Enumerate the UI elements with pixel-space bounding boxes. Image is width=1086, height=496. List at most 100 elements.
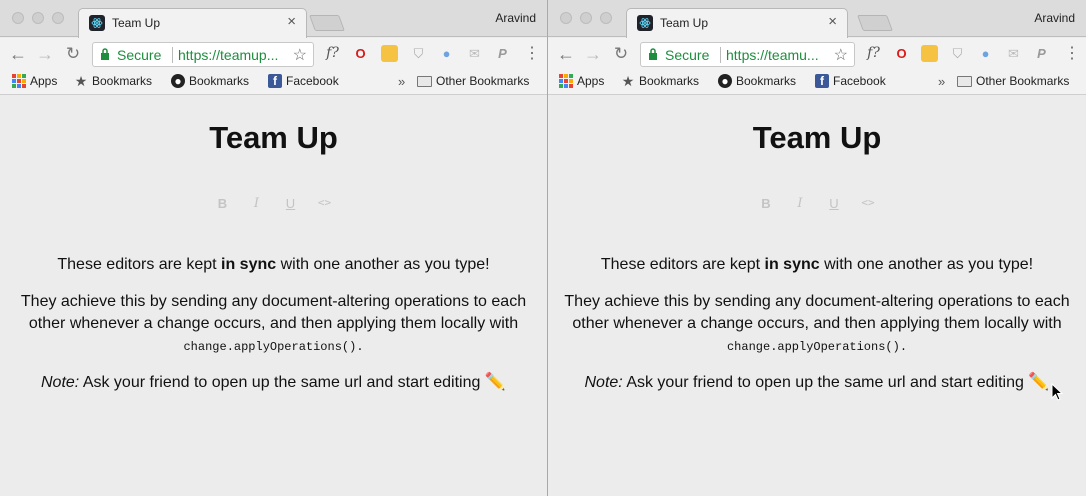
close-window-button[interactable] xyxy=(560,12,572,24)
text: They achieve this by sending any documen… xyxy=(564,293,1070,332)
blue-extension-icon[interactable]: ● xyxy=(438,45,455,62)
tab-title: Team Up xyxy=(660,16,709,30)
note-paragraph: Note: Ask your friend to open up the sam… xyxy=(12,371,535,394)
maximize-window-button[interactable] xyxy=(52,12,64,24)
bookmark-apps[interactable]: Apps xyxy=(559,74,604,88)
bookmark-star-icon[interactable]: ☆ xyxy=(293,45,307,65)
maximize-window-button[interactable] xyxy=(600,12,612,24)
new-tab-button[interactable] xyxy=(309,15,345,31)
profile-name[interactable]: Aravind xyxy=(495,11,536,25)
url-text[interactable]: https://teamup... xyxy=(178,47,293,63)
bold-button[interactable]: B xyxy=(758,196,774,211)
bookmark-star-bookmarks[interactable]: ★ Bookmarks xyxy=(74,74,152,88)
p-extension-icon[interactable]: P xyxy=(1033,45,1050,62)
more-menu-icon[interactable]: ⋮ xyxy=(524,44,540,64)
mail-extension-icon[interactable]: ✉ xyxy=(1005,45,1022,62)
apps-icon xyxy=(12,74,26,88)
code-button[interactable]: <> xyxy=(860,196,876,211)
bookmark-facebook[interactable]: f Facebook xyxy=(268,74,339,88)
sync-paragraph: These editors are kept in sync with one … xyxy=(560,254,1074,276)
p-extension-icon[interactable]: P xyxy=(494,45,511,62)
shield-extension-icon[interactable]: ⛉ xyxy=(410,45,427,62)
minimize-window-button[interactable] xyxy=(32,12,44,24)
bookmark-label: Bookmarks xyxy=(639,74,700,88)
github-icon: ● xyxy=(718,74,732,88)
bookmark-apps[interactable]: Apps xyxy=(12,74,57,88)
fx-extension-icon[interactable]: f? xyxy=(865,45,882,62)
italic-button[interactable]: I xyxy=(249,196,265,211)
browser-tab[interactable]: Team Up × xyxy=(626,8,848,38)
forward-arrow-icon[interactable]: → xyxy=(583,44,603,64)
back-arrow-icon[interactable]: ← xyxy=(556,44,576,64)
text: with one another as you type! xyxy=(276,256,490,273)
page-title: Team Up xyxy=(209,120,338,155)
back-arrow-icon[interactable]: ← xyxy=(8,44,28,64)
opera-extension-icon[interactable]: O xyxy=(352,45,369,62)
tab-close-icon[interactable]: × xyxy=(828,14,837,30)
underline-button[interactable]: U xyxy=(826,196,842,211)
text: They achieve this by sending any documen… xyxy=(20,293,527,332)
operations-paragraph: They achieve this by sending any documen… xyxy=(560,291,1074,358)
browser-toolbar: ← → ↻ Secure https://teamu... ☆ f? O ⛉ ●… xyxy=(548,38,1086,70)
fx-extension-icon[interactable]: f? xyxy=(324,45,341,62)
note-extension-icon[interactable] xyxy=(381,45,398,62)
editor-content[interactable]: These editors are kept in sync with one … xyxy=(12,254,535,409)
underline-button[interactable]: U xyxy=(283,196,299,211)
title-bar: Team Up × Aravind xyxy=(0,0,547,38)
blue-extension-icon[interactable]: ● xyxy=(977,45,994,62)
github-icon: ● xyxy=(171,74,185,88)
new-tab-button[interactable] xyxy=(857,15,893,31)
profile-name[interactable]: Aravind xyxy=(1034,11,1075,25)
bookmarks-bar: Apps ★ Bookmarks ● Bookmarks f Facebook … xyxy=(0,70,547,95)
bookmark-github-bookmarks[interactable]: ● Bookmarks xyxy=(171,74,249,88)
text: . xyxy=(356,340,364,354)
window-controls xyxy=(560,12,612,24)
omnibox-separator xyxy=(172,47,173,63)
bold-text: in sync xyxy=(764,256,820,273)
minimize-window-button[interactable] xyxy=(580,12,592,24)
secure-label: Secure xyxy=(117,47,162,63)
bookmark-star-bookmarks[interactable]: ★ Bookmarks xyxy=(621,74,699,88)
bookmark-facebook[interactable]: f Facebook xyxy=(815,74,886,88)
more-menu-icon[interactable]: ⋮ xyxy=(1064,44,1080,64)
text: with one another as you type! xyxy=(819,256,1034,273)
code-button[interactable]: <> xyxy=(317,196,333,211)
facebook-icon: f xyxy=(815,74,829,88)
note-label: Note: xyxy=(41,374,80,391)
editor-format-toolbar: B I U <> xyxy=(548,196,1086,211)
note-extension-icon[interactable] xyxy=(921,45,938,62)
reload-icon[interactable]: ↻ xyxy=(611,44,631,64)
browser-tab[interactable]: Team Up × xyxy=(78,8,307,38)
reload-icon[interactable]: ↻ xyxy=(63,44,83,64)
mouse-cursor-icon xyxy=(1051,383,1064,401)
more-bookmarks-icon[interactable]: » xyxy=(398,74,405,89)
italic-button[interactable]: I xyxy=(792,196,808,211)
url-text[interactable]: https://teamu... xyxy=(726,47,834,63)
note-paragraph: Note: Ask your friend to open up the sam… xyxy=(560,371,1074,394)
more-bookmarks-icon[interactable]: » xyxy=(938,74,945,89)
bold-button[interactable]: B xyxy=(215,196,231,211)
editor-format-toolbar: B I U <> xyxy=(0,196,547,211)
star-icon: ★ xyxy=(74,73,88,89)
operations-paragraph: They achieve this by sending any documen… xyxy=(12,291,535,358)
tab-title: Team Up xyxy=(112,16,161,30)
pencil-icon: ✏️ xyxy=(1028,372,1050,391)
shield-extension-icon[interactable]: ⛉ xyxy=(949,45,966,62)
bookmark-other[interactable]: Other Bookmarks xyxy=(957,74,1069,88)
bookmark-star-icon[interactable]: ☆ xyxy=(834,45,848,65)
page-title: Team Up xyxy=(752,120,882,155)
title-bar: Team Up × Aravind xyxy=(548,0,1086,38)
lock-icon xyxy=(101,48,109,60)
bookmark-github-bookmarks[interactable]: ● Bookmarks xyxy=(718,74,796,88)
bookmark-other[interactable]: Other Bookmarks xyxy=(417,74,529,88)
text: These editors are kept xyxy=(57,256,222,273)
tab-close-icon[interactable]: × xyxy=(287,14,296,30)
address-bar[interactable]: Secure https://teamup... ☆ xyxy=(92,42,314,67)
mail-extension-icon[interactable]: ✉ xyxy=(466,45,483,62)
close-window-button[interactable] xyxy=(12,12,24,24)
editor-content[interactable]: These editors are kept in sync with one … xyxy=(560,254,1074,409)
address-bar[interactable]: Secure https://teamu... ☆ xyxy=(640,42,855,67)
code-text: change.applyOperations() xyxy=(726,340,900,354)
forward-arrow-icon[interactable]: → xyxy=(35,44,55,64)
opera-extension-icon[interactable]: O xyxy=(893,45,910,62)
